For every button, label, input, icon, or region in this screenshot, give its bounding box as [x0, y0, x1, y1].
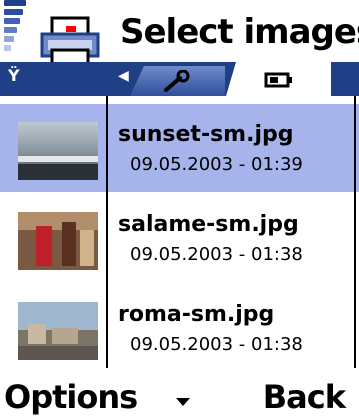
arrow-left-icon[interactable]: ◀: [118, 68, 129, 84]
list-item[interactable]: roma-sm.jpg 09.05.2003 - 01:38: [0, 284, 359, 372]
thumbnail-image: [18, 122, 98, 180]
file-date: 09.05.2003 - 01:39: [130, 154, 303, 175]
tab-battery[interactable]: [226, 62, 331, 96]
options-softkey[interactable]: Options: [4, 378, 138, 416]
file-name: sunset-sm.jpg: [118, 122, 294, 147]
list-item[interactable]: salame-sm.jpg 09.05.2003 - 01:38: [0, 194, 359, 282]
wrench-icon: [164, 70, 190, 92]
file-name: salame-sm.jpg: [118, 212, 299, 237]
page-title: Select images: [120, 12, 359, 52]
back-softkey[interactable]: Back: [263, 378, 346, 416]
tab-tools[interactable]: [130, 66, 225, 96]
antenna-icon: Ÿ: [8, 66, 20, 85]
battery-icon: [264, 72, 292, 88]
file-date: 09.05.2003 - 01:38: [130, 334, 303, 355]
file-date: 09.05.2003 - 01:38: [130, 244, 303, 265]
list-divider: [106, 96, 108, 368]
thumbnail-image: [18, 212, 98, 270]
file-name: roma-sm.jpg: [118, 302, 275, 327]
tab-bar: Ÿ ◀: [0, 62, 359, 96]
arrow-down-icon: [176, 398, 190, 406]
list-item[interactable]: sunset-sm.jpg 09.05.2003 - 01:39: [0, 104, 359, 192]
thumbnail-image: [18, 302, 98, 360]
signal-strength-indicator: [4, 0, 30, 62]
scrollbar[interactable]: [354, 96, 356, 368]
file-list: sunset-sm.jpg 09.05.2003 - 01:39 salame-…: [0, 98, 359, 368]
